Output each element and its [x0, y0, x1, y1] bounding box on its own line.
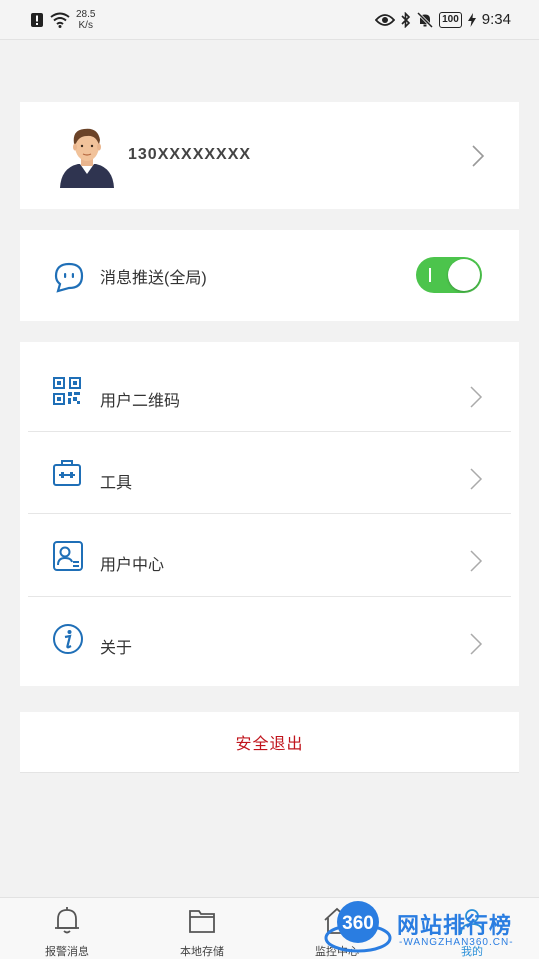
watermark: 360 网站排行榜 -WANGZHAN360.CN-	[322, 898, 539, 959]
menu-item-about[interactable]: 关于	[20, 596, 519, 678]
avatar	[60, 128, 114, 188]
push-toggle[interactable]	[416, 257, 482, 293]
logout-label: 安全退出	[235, 736, 304, 753]
tab-local-storage[interactable]: 本地存储	[142, 898, 262, 959]
mute-bell-icon	[417, 11, 434, 28]
eye-icon	[375, 13, 396, 26]
watermark-title: 网站排行榜	[397, 913, 513, 938]
user-card-icon	[53, 541, 83, 571]
wifi-icon	[50, 12, 70, 28]
menu-item-label: 用户二维码	[100, 393, 181, 410]
push-notification-card: 消息推送(全局)	[20, 230, 519, 321]
watermark-logo-text: 360	[342, 913, 374, 934]
alert-icon	[31, 12, 43, 27]
push-label: 消息推送(全局)	[100, 270, 207, 287]
menu-item-tools[interactable]: 工具	[20, 431, 519, 513]
network-speed: 28.5 K/s	[76, 9, 95, 31]
qr-code-icon	[53, 377, 81, 405]
tab-label: 报警消息	[45, 946, 89, 958]
menu-item-label: 工具	[100, 475, 133, 492]
bluetooth-icon	[401, 11, 411, 28]
watermark-subtitle: -WANGZHAN360.CN-	[399, 937, 514, 948]
clock: 9:34	[481, 11, 511, 28]
chevron-right-icon	[472, 145, 485, 167]
tab-label: 本地存储	[180, 946, 224, 958]
info-icon	[53, 624, 83, 654]
profile-card[interactable]: 130XXXXXXXX	[20, 102, 519, 209]
battery-indicator: 100	[439, 11, 462, 28]
menu-item-label: 关于	[100, 640, 133, 657]
charging-icon	[467, 12, 476, 27]
chevron-right-icon	[470, 468, 483, 490]
phone-number: 130XXXXXXXX	[128, 146, 252, 163]
chat-bubble-icon	[54, 262, 84, 293]
watermark-logo: 360	[324, 901, 392, 953]
toggle-on-mark	[429, 268, 431, 282]
toggle-knob	[448, 259, 480, 291]
menu-card: 用户二维码 工具 用户中心 关于	[20, 342, 519, 686]
status-bar: 28.5 K/s 100 9:34	[0, 0, 539, 40]
speed-value: 28.5	[76, 8, 96, 20]
folder-icon	[189, 910, 215, 933]
toolbox-icon	[53, 460, 81, 486]
menu-item-label: 用户中心	[100, 557, 165, 574]
speed-unit: K/s	[78, 19, 93, 31]
status-left: 28.5 K/s	[30, 9, 95, 31]
status-right: 100 9:34	[375, 11, 511, 28]
bell-icon	[55, 907, 79, 934]
menu-item-qr-code[interactable]: 用户二维码	[20, 349, 519, 431]
chevron-right-icon	[470, 633, 483, 655]
chevron-right-icon	[470, 386, 483, 408]
chevron-right-icon	[470, 550, 483, 572]
logout-button[interactable]: 安全退出	[20, 712, 519, 773]
tab-alarm-messages[interactable]: 报警消息	[7, 898, 127, 959]
menu-item-user-center[interactable]: 用户中心	[20, 513, 519, 595]
